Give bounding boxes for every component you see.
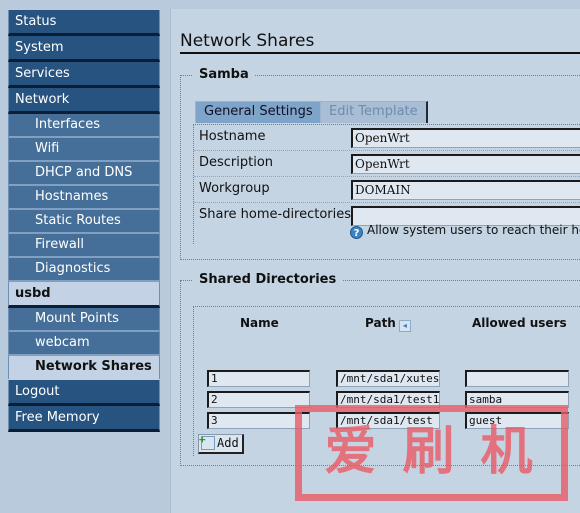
tab-edit-template[interactable]: Edit Template <box>320 101 428 123</box>
share-path-input[interactable]: /mnt/sda1/test1 <box>336 391 440 408</box>
tab-general-settings[interactable]: General Settings <box>195 101 323 123</box>
nav-logout[interactable]: Logout <box>8 380 160 406</box>
workgroup-label: Workgroup <box>199 181 270 196</box>
shared-directories-legend: Shared Directories <box>193 272 343 287</box>
hostname-row: Hostname OpenWrt <box>194 125 580 151</box>
nav-firewall[interactable]: Firewall <box>8 234 160 258</box>
share-home-help: Allow system users to reach their ho <box>367 223 580 237</box>
nav-static-routes[interactable]: Static Routes <box>8 210 160 234</box>
description-input[interactable]: OpenWrt <box>351 154 580 174</box>
nav-status[interactable]: Status <box>8 10 160 36</box>
add-label: Add <box>217 436 239 450</box>
add-icon <box>199 431 215 450</box>
workgroup-row: Workgroup DOMAIN <box>194 177 580 203</box>
nav-wifi[interactable]: Wifi <box>8 138 160 162</box>
share-users-input[interactable]: samba <box>465 391 569 408</box>
column-path-header: Path ◂ <box>365 316 411 332</box>
share-home-label: Share home-directories <box>199 207 352 222</box>
share-path-input[interactable]: /mnt/sda1/xutes <box>336 370 440 387</box>
nav-dhcp-dns[interactable]: DHCP and DNS <box>8 162 160 186</box>
column-allowed-users-header: Allowed users <box>472 316 567 330</box>
share-users-input[interactable]: guest <box>465 412 569 429</box>
add-share-button[interactable]: Add <box>198 431 244 454</box>
workgroup-input[interactable]: DOMAIN <box>351 180 580 200</box>
description-label: Description <box>199 155 274 170</box>
nav-interfaces[interactable]: Interfaces <box>8 114 160 138</box>
nav-network[interactable]: Network <box>8 88 160 114</box>
help-row: ? Allow system users to reach their ho <box>350 223 580 239</box>
nav-services[interactable]: Services <box>8 62 160 88</box>
nav-diagnostics[interactable]: Diagnostics <box>8 258 160 282</box>
nav-system[interactable]: System <box>8 36 160 62</box>
hostname-input[interactable]: OpenWrt <box>351 128 580 148</box>
share-name-input[interactable]: 1 <box>207 370 310 387</box>
nav-usbd[interactable]: usbd <box>8 282 160 308</box>
sidebar-nav: Status System Services Network Interface… <box>8 10 160 432</box>
title-divider <box>180 52 580 54</box>
share-name-input[interactable]: 2 <box>207 391 310 408</box>
share-users-input[interactable] <box>465 370 569 387</box>
page-title: Network Shares <box>180 31 315 51</box>
nav-free-memory[interactable]: Free Memory <box>8 406 160 432</box>
share-path-input[interactable]: /mnt/sda1/test <box>336 412 440 429</box>
nav-mount-points[interactable]: Mount Points <box>8 308 160 332</box>
description-row: Description OpenWrt <box>194 151 580 177</box>
sort-icon[interactable]: ◂ <box>398 320 411 332</box>
samba-legend: Samba <box>193 67 255 82</box>
column-name-header: Name <box>240 316 279 330</box>
nav-network-shares[interactable]: Network Shares <box>8 356 160 380</box>
help-icon: ? <box>350 226 363 239</box>
nav-hostnames[interactable]: Hostnames <box>8 186 160 210</box>
path-header-label: Path <box>365 316 396 330</box>
hostname-label: Hostname <box>199 129 266 144</box>
nav-webcam[interactable]: webcam <box>8 332 160 356</box>
share-name-input[interactable]: 3 <box>207 412 310 429</box>
